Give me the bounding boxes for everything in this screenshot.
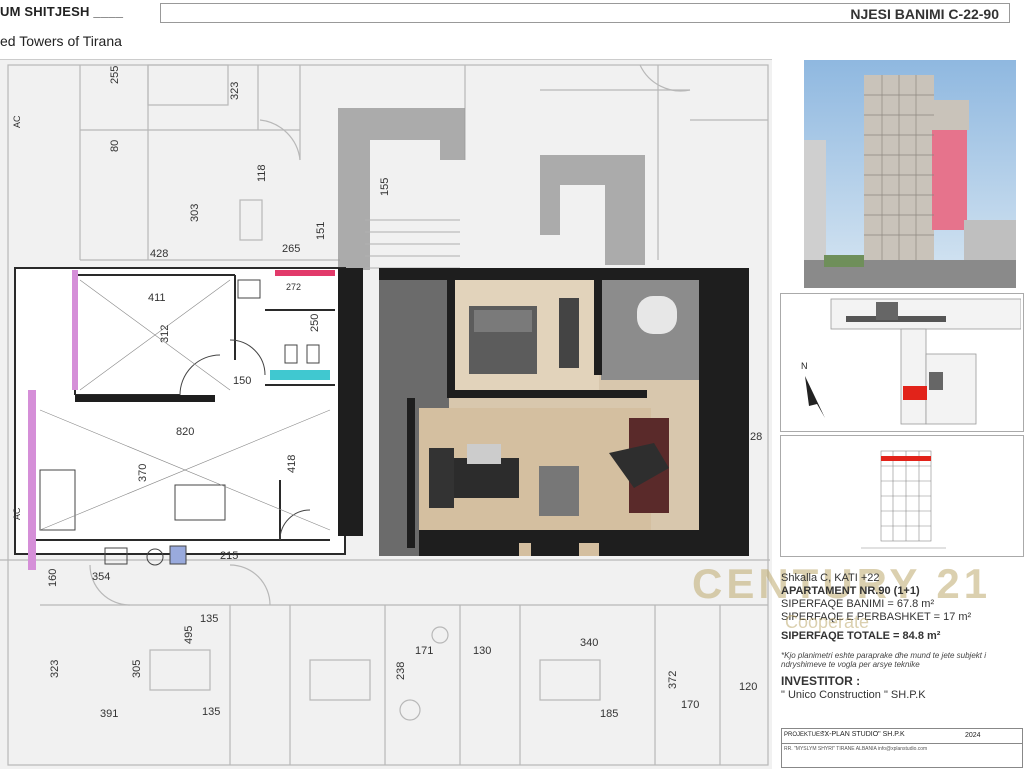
dim-238: 238 bbox=[395, 662, 407, 680]
title-block-divider bbox=[782, 743, 1022, 744]
brand-watermark-sub: Cooperate bbox=[785, 612, 870, 632]
dim-150: 150 bbox=[233, 375, 251, 387]
unit-highlight bbox=[903, 386, 927, 400]
dim-160: 160 bbox=[47, 569, 59, 587]
ac-label-bottom: AC bbox=[12, 507, 22, 520]
dim-411: 411 bbox=[148, 292, 166, 304]
designer-name: "X-PLAN STUDIO" SH.P.K bbox=[822, 731, 905, 738]
key-plan-drawing: N bbox=[801, 298, 1022, 425]
dim-265: 265 bbox=[282, 243, 300, 255]
unit-code: NJESI BANIMI C-22-90 bbox=[850, 6, 999, 22]
dim-312: 312 bbox=[159, 325, 171, 343]
dim-170: 170 bbox=[681, 699, 699, 711]
north-label: N bbox=[801, 361, 808, 371]
dim-250: 250 bbox=[309, 314, 321, 332]
dim-354: 354 bbox=[92, 571, 110, 583]
dim-155: 155 bbox=[379, 178, 391, 196]
dim-28: 28 bbox=[750, 431, 762, 443]
designer-contact: RR. "MYSLYM SHYRI" TIRANE ALBANIA info@x… bbox=[784, 746, 928, 752]
key-plan: N bbox=[780, 293, 1024, 432]
floor-highlight bbox=[881, 456, 931, 461]
dim-255: 255 bbox=[109, 66, 121, 84]
dim-118: 118 bbox=[256, 164, 268, 182]
dim-80: 80 bbox=[109, 140, 121, 152]
apartment-3d-render bbox=[379, 268, 749, 556]
dim-418: 418 bbox=[286, 455, 298, 473]
disclaimer-note: *Kjo planimetri eshte paraprake dhe mund… bbox=[781, 651, 987, 669]
living-area: SIPERFAQE BANIMI = 67.8 m² bbox=[781, 598, 935, 610]
document-title: UM SHITJESH ____ bbox=[0, 4, 124, 19]
dim-391: 391 bbox=[100, 708, 118, 720]
dim-428: 428 bbox=[150, 248, 168, 260]
dim-135-a: 135 bbox=[200, 613, 218, 625]
dim-495: 495 bbox=[183, 626, 195, 644]
dim-305: 305 bbox=[131, 660, 143, 678]
dim-372: 372 bbox=[667, 671, 679, 689]
year: 2024 bbox=[965, 732, 981, 739]
north-arrow-icon bbox=[805, 376, 825, 418]
building-section bbox=[780, 435, 1024, 557]
dim-370: 370 bbox=[137, 464, 149, 482]
unit-code-banner: NJESI BANIMI C-22-90 bbox=[160, 3, 1010, 23]
render-drawing bbox=[379, 268, 749, 556]
project-subtitle: ed Towers of Tirana bbox=[0, 33, 122, 49]
investor-title: INVESTITOR : bbox=[781, 674, 861, 688]
dim-130: 130 bbox=[473, 645, 491, 657]
apartment-info: Shkalla C, KATI +22 APARTAMENT NR.90 (1+… bbox=[781, 572, 1021, 702]
dim-215: 215 bbox=[220, 550, 238, 562]
dim-323-top: 323 bbox=[229, 82, 241, 100]
ac-label-top: AC bbox=[12, 115, 22, 128]
investor-name: " Unico Construction " SH.P.K bbox=[781, 689, 926, 701]
building-illustration bbox=[804, 60, 1016, 288]
dim-135-b: 135 bbox=[202, 706, 220, 718]
dim-185: 185 bbox=[600, 708, 618, 720]
apartment-number: APARTAMENT NR.90 (1+1) bbox=[781, 585, 920, 597]
dim-272: 272 bbox=[286, 282, 301, 292]
dim-303: 303 bbox=[189, 204, 201, 222]
shaft-wall bbox=[338, 268, 363, 536]
dim-340: 340 bbox=[580, 637, 598, 649]
dim-171: 171 bbox=[415, 645, 433, 657]
building-photo bbox=[804, 60, 1016, 288]
dim-323-bottom: 323 bbox=[49, 660, 61, 678]
stair-floor: Shkalla C, KATI +22 bbox=[781, 572, 880, 584]
designer-label: PROJEKTUES : bbox=[784, 732, 828, 738]
dim-820: 820 bbox=[176, 426, 194, 438]
dim-120: 120 bbox=[739, 681, 757, 693]
title-block: PROJEKTUES : "X-PLAN STUDIO" SH.P.K 2024… bbox=[781, 728, 1023, 768]
section-drawing bbox=[861, 450, 946, 549]
dim-151: 151 bbox=[315, 222, 327, 240]
